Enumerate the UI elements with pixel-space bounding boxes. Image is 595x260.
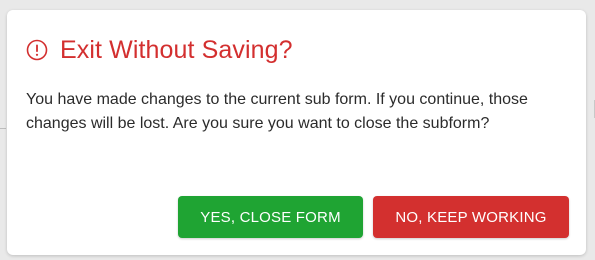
dialog-title: Exit Without Saving? (60, 36, 293, 64)
alert-circle-icon (26, 39, 48, 61)
keep-working-button[interactable]: NO, KEEP WORKING (373, 196, 569, 238)
dialog-actions: YES, CLOSE FORM NO, KEEP WORKING (178, 196, 569, 238)
exit-confirm-dialog: Exit Without Saving? You have made chang… (7, 10, 586, 255)
close-form-button[interactable]: YES, CLOSE FORM (178, 196, 363, 238)
dialog-message: You have made changes to the current sub… (26, 91, 528, 132)
background-divider (0, 128, 6, 129)
dialog-header: Exit Without Saving? (26, 34, 293, 66)
